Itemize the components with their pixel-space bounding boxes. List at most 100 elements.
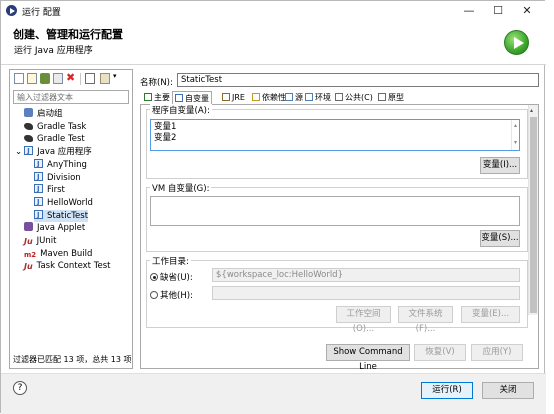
chevron-down-icon[interactable]: ▾: [113, 72, 117, 80]
arguments-tab-icon: [175, 94, 183, 102]
common-tab-icon: [335, 93, 343, 101]
program-arguments-label: 程序自变量(A):: [150, 104, 212, 116]
scroll-up-icon[interactable]: ▴: [530, 107, 533, 114]
source-tab-icon: [285, 93, 293, 101]
apply-button[interactable]: 应用(Y): [471, 344, 523, 361]
vm-arguments-textarea[interactable]: [150, 196, 520, 226]
tab-prototype[interactable]: 原型: [376, 91, 406, 105]
run-app-icon: [6, 5, 17, 16]
program-argument-line: 变量1: [154, 122, 177, 132]
tree-item[interactable]: Gradle Test: [24, 133, 85, 145]
default-dir-label: 缺省(U):: [160, 273, 193, 283]
scroll-up-icon[interactable]: ▴: [512, 120, 519, 131]
tree-item-label: Java 应用程序: [37, 147, 92, 158]
dependencies-tab-icon: [252, 93, 260, 101]
scrollbar-thumb[interactable]: [530, 117, 537, 313]
tab-source[interactable]: 源: [283, 91, 305, 105]
run-banner-icon: [504, 30, 529, 55]
show-command-line-button[interactable]: Show Command Line: [326, 344, 410, 372]
java-app-icon: [34, 183, 43, 195]
collapse-all-icon[interactable]: [85, 73, 95, 84]
maven-icon: m2: [24, 250, 37, 259]
tab-common[interactable]: 公共(C): [333, 91, 375, 105]
filter-status: 过滤器已匹配 13 项，总共 13 项: [13, 355, 132, 364]
close-button[interactable]: 关闭: [482, 382, 534, 399]
tree-item-label: Task Context Test: [36, 261, 111, 272]
tree-item[interactable]: Ju Task Context Test: [24, 260, 110, 272]
program-argument-line: 变量2: [154, 133, 177, 143]
name-input[interactable]: StaticTest: [177, 73, 539, 87]
tree-item[interactable]: HelloWorld: [34, 196, 93, 209]
title-bar: 运行 配置 — ☐ ✕: [1, 1, 546, 21]
tree-item-label: Java Applet: [37, 223, 86, 234]
default-dir-radio[interactable]: 缺省(U):: [150, 271, 193, 283]
tree-item[interactable]: AnyThing: [34, 158, 87, 171]
tree-item[interactable]: StaticTest: [34, 209, 89, 222]
environment-tab-icon: [305, 93, 313, 101]
close-window-button[interactable]: ✕: [513, 2, 541, 19]
toolbar-separator: [80, 73, 81, 85]
tree-item[interactable]: m2 Maven Build: [24, 248, 92, 260]
configurations-panel: ✖ ▾ 输入过滤器文本 启动组 Gradle Task Gradle Test ⌄ Ja…: [9, 69, 133, 369]
revert-button[interactable]: 恢复(V): [414, 344, 466, 361]
main-tab-icon: [144, 93, 152, 101]
other-dir-radio[interactable]: 其他(H):: [150, 289, 193, 301]
duplicate-icon[interactable]: [53, 73, 63, 84]
maximize-button[interactable]: ☐: [484, 2, 512, 19]
tree-item[interactable]: Division: [34, 171, 81, 184]
other-dir-field[interactable]: [212, 286, 520, 300]
configurations-toolbar: ✖ ▾: [10, 70, 132, 88]
delete-icon[interactable]: ✖: [66, 72, 76, 84]
tree-item[interactable]: 启动组: [24, 108, 63, 120]
tab-main[interactable]: 主要: [142, 91, 172, 105]
new-configuration-icon[interactable]: [14, 73, 24, 84]
tab-label: 原型: [388, 93, 404, 102]
radio-selected-icon[interactable]: [150, 273, 158, 281]
name-label: 名称(N):: [140, 78, 173, 88]
scroll-down-icon[interactable]: ▾: [512, 137, 519, 148]
run-button[interactable]: 运行(R): [421, 382, 473, 399]
header-title: 创建、管理和运行配置: [13, 28, 123, 41]
tree-item-label: StaticTest: [47, 210, 89, 221]
tree-item-label: Maven Build: [40, 248, 93, 259]
directory-variables-button[interactable]: 变量(E)...: [461, 306, 520, 323]
java-app-icon: [34, 196, 43, 208]
tree-item[interactable]: Ju JUnit: [24, 235, 56, 247]
export-icon[interactable]: [40, 73, 50, 84]
program-arguments-textarea[interactable]: 变量1 变量2 ▴ ▾: [150, 119, 520, 151]
gradle-icon: [24, 122, 33, 130]
minimize-button[interactable]: —: [455, 2, 483, 19]
tree-item[interactable]: Gradle Task: [24, 121, 86, 133]
dialog-header: 创建、管理和运行配置 运行 Java 应用程序: [1, 21, 546, 65]
workspace-button[interactable]: 工作空间(O)...: [336, 306, 391, 334]
launch-group-icon: [24, 108, 33, 117]
java-app-icon: [34, 209, 43, 221]
tab-label: JRE: [232, 93, 245, 102]
tree-item[interactable]: First: [34, 183, 65, 196]
junit-icon: Ju: [24, 237, 33, 246]
file-system-button[interactable]: 文件系统(F)...: [398, 306, 453, 334]
tree-item[interactable]: Java Applet: [24, 222, 85, 234]
tree-item-label: First: [47, 185, 65, 196]
help-icon[interactable]: ?: [13, 381, 27, 395]
expand-chevron-icon[interactable]: ⌄: [15, 147, 22, 157]
tab-label: 自变量: [185, 94, 209, 103]
tree-item[interactable]: ⌄ Java 应用程序: [15, 145, 92, 158]
filter-icon[interactable]: [100, 73, 110, 84]
other-dir-label: 其他(H):: [160, 291, 193, 301]
tree-item-label: JUnit: [36, 236, 57, 246]
scrollbar[interactable]: ▴ ▾: [511, 120, 519, 150]
junit-icon: Ju: [24, 262, 33, 272]
program-variables-button[interactable]: 变量(I)...: [480, 157, 520, 174]
java-app-icon: [24, 145, 34, 157]
tab-jre[interactable]: JRE: [220, 91, 247, 105]
vm-variables-button[interactable]: 变量(S)...: [480, 230, 520, 247]
tab-environment[interactable]: 环境: [303, 91, 333, 105]
vm-arguments-label: VM 自变量(G):: [150, 182, 212, 194]
tree-item-label: HelloWorld: [47, 197, 93, 208]
filter-input[interactable]: 输入过滤器文本: [13, 90, 129, 104]
run-configurations-dialog: 运行 配置 — ☐ ✕ 创建、管理和运行配置 运行 Java 应用程序 ✖ ▾ …: [0, 0, 546, 414]
tab-label: 主要: [154, 93, 170, 102]
radio-unselected-icon[interactable]: [150, 291, 158, 299]
new-prototype-icon[interactable]: [27, 73, 37, 84]
